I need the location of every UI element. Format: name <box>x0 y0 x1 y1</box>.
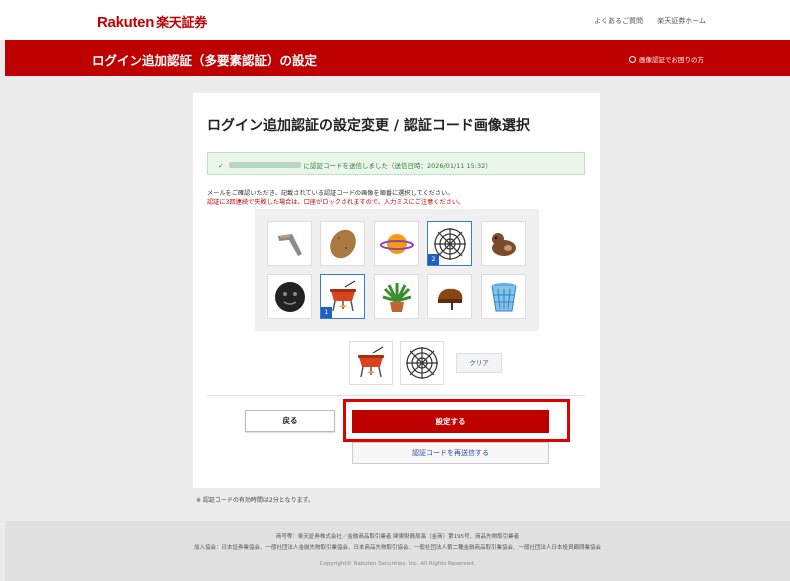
flip-flop-icon <box>438 288 463 310</box>
masked-email <box>229 162 302 168</box>
page-banner: ログイン追加認証（多要素認証）の設定 画像認証でお困りの方 <box>5 40 790 76</box>
page-title: ログイン追加認証（多要素認証）の設定 <box>92 53 318 68</box>
potato-icon <box>330 229 356 259</box>
footer-associations: 加入協会：日本証券業協会、一般社団法人金融先物取引業協会、日本商品先物取引協会、… <box>193 545 601 551</box>
rakuten-logo[interactable]: Rakuten 楽天証券 <box>97 12 207 31</box>
tile-wastebasket[interactable] <box>481 274 526 319</box>
order-badge: 2 <box>428 254 439 265</box>
boomerang-icon <box>278 234 302 256</box>
section-heading: ログイン追加認証の設定変更 / 認証コード画像選択 <box>207 118 530 134</box>
tile-otter[interactable] <box>481 221 526 266</box>
help-link[interactable]: 画像認証でお困りの方 <box>629 54 704 64</box>
selected-slot-1 <box>349 341 393 385</box>
sent-notice: ✓ に認証コードを送信しました（送信日時：2026/01/11 15:32） <box>207 152 585 175</box>
expiry-note: ※ 認証コードの有効時間は2分となります。 <box>196 497 314 504</box>
info-circle-icon <box>629 56 636 63</box>
tile-potato[interactable] <box>320 221 365 266</box>
fondue-icon <box>358 346 384 378</box>
top-bar: Rakuten 楽天証券 よくあるご質問 楽天証券ホーム <box>0 0 790 40</box>
resend-code-button[interactable]: 認証コードを再送信する <box>352 442 549 464</box>
divider <box>207 395 585 396</box>
tile-flip-flop[interactable] <box>427 274 472 319</box>
faq-link[interactable]: よくあるご質問 <box>594 17 643 25</box>
footer: 商号等：楽天証券株式会社／金融商品取引業者 関東財務局長（金商）第195号、商品… <box>5 521 790 581</box>
tile-potted-plant[interactable] <box>374 274 419 319</box>
tile-planet[interactable] <box>374 221 419 266</box>
otter-icon <box>492 233 516 256</box>
submit-button[interactable]: 設定する <box>352 410 549 433</box>
warning-text: 認証に3回連続で失敗した場合は、口座がロックされますので、入力ミスにご注意くださ… <box>207 199 465 206</box>
tile-spider-web[interactable]: 2 <box>427 221 472 266</box>
instruction-text: メールをご確認いただき、記載されている認証コードの画像を順番に選択してください。 <box>207 190 454 197</box>
wastebasket-icon <box>491 283 517 312</box>
image-grid: 2 1 <box>255 209 539 331</box>
tile-boomerang[interactable] <box>267 221 312 266</box>
check-icon: ✓ <box>218 162 224 170</box>
planet-icon <box>380 234 414 254</box>
clear-button[interactable]: クリア <box>456 353 502 373</box>
home-link[interactable]: 楽天証券ホーム <box>657 17 706 25</box>
spider-web-icon <box>406 347 438 379</box>
auth-card: ログイン追加認証の設定変更 / 認証コード画像選択 ✓ に認証コードを送信しました… <box>193 93 600 488</box>
header-links: よくあるご質問 楽天証券ホーム <box>582 16 706 26</box>
selected-slot-2 <box>400 341 444 385</box>
potted-plant-icon <box>382 283 412 312</box>
tile-fondue[interactable]: 1 <box>320 274 365 319</box>
back-button[interactable]: 戻る <box>245 410 335 432</box>
order-badge: 1 <box>321 307 332 318</box>
tile-new-moon-face[interactable] <box>267 274 312 319</box>
new-moon-face-icon <box>275 282 305 312</box>
footer-registration: 商号等：楽天証券株式会社／金融商品取引業者 関東財務局長（金商）第195号、商品… <box>275 534 520 540</box>
footer-copyright: Copyright© Rakuten Securities, Inc. All … <box>319 561 476 567</box>
